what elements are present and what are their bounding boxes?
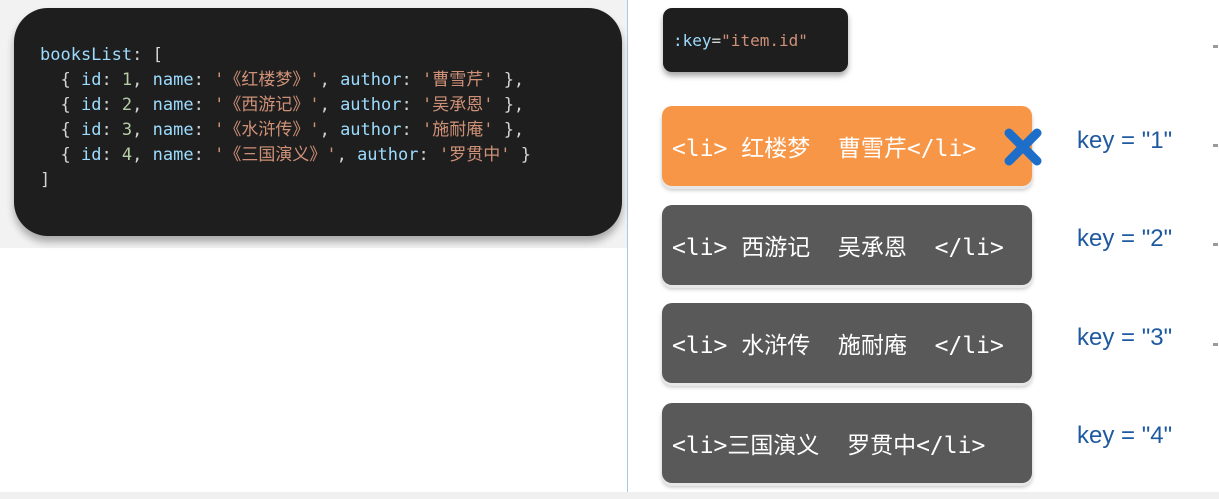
key-binding-tag: :key = "item.id" [663, 8, 848, 72]
list-item-removed: <li> 红楼梦 曹雪芹</li> [662, 106, 1032, 186]
bottom-strip [0, 492, 1219, 499]
edge-mark [1213, 343, 1218, 346]
books-list-code: booksList: [ { id: 1, name: '《红楼梦》', aut… [40, 45, 531, 190]
list-item: <li> 水浒传 施耐庵 </li> [662, 303, 1032, 383]
key-label: key = "3" [1077, 324, 1173, 351]
code-block: booksList: [ { id: 1, name: '《红楼梦》', aut… [14, 8, 622, 236]
key-label: key = "1" [1077, 127, 1173, 154]
key-attr: :key [673, 30, 712, 50]
key-label: key = "4" [1077, 422, 1173, 449]
x-mark-icon [1004, 128, 1042, 166]
key-value: "item.id" [721, 30, 808, 50]
edge-mark [1213, 243, 1218, 246]
edge-mark [1213, 45, 1218, 48]
list-item: <li>三国演义 罗贯中</li> [662, 403, 1032, 483]
edge-mark [1213, 144, 1218, 147]
list-item: <li> 西游记 吴承恩 </li> [662, 205, 1032, 285]
key-label: key = "2" [1077, 225, 1173, 252]
